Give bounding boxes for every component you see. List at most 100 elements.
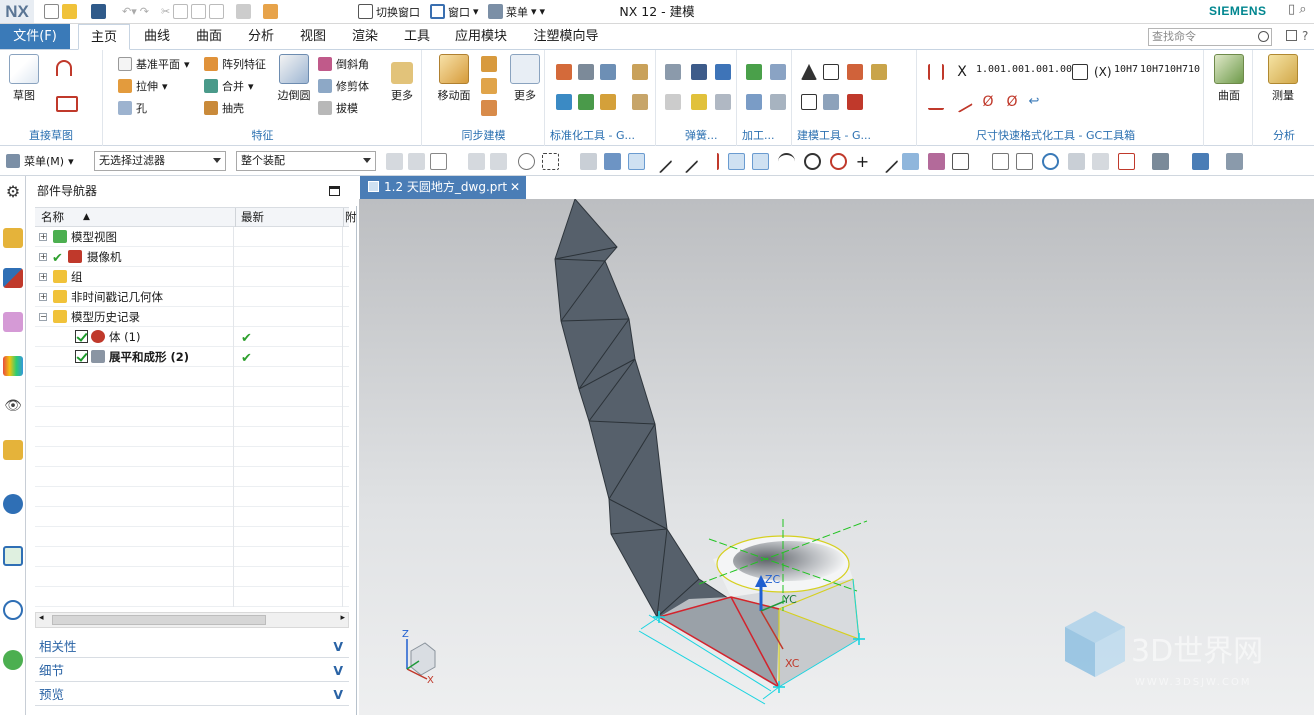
quadrant-icon[interactable] — [830, 153, 847, 170]
part-navigator-icon[interactable] — [3, 312, 23, 332]
measure-button[interactable]: 测量 — [1260, 54, 1306, 103]
gc-tool-icon-6[interactable] — [578, 94, 594, 110]
spring-icon-3[interactable] — [715, 64, 731, 80]
gc-tool-icon-3[interactable] — [600, 64, 616, 80]
rectangle-select-icon[interactable] — [542, 153, 559, 170]
model-tool-icon-7[interactable] — [847, 94, 863, 110]
open-folder-icon[interactable] — [62, 4, 77, 19]
panel-details[interactable]: 细节 V — [35, 660, 349, 682]
tolerance-text-2[interactable]: 10H7 — [1140, 65, 1164, 75]
mid-point-icon[interactable] — [674, 149, 699, 174]
rotate-view-icon[interactable] — [1042, 153, 1059, 170]
close-tab-icon[interactable]: ✕ — [510, 176, 520, 199]
spring-icon-5[interactable] — [691, 94, 707, 110]
select-tool-icon-2[interactable] — [408, 153, 425, 170]
formed-transition-body[interactable] — [658, 535, 860, 688]
point-on-curve-icon[interactable] — [874, 149, 899, 174]
replace-face-icon[interactable] — [481, 100, 497, 116]
view-icon-1[interactable] — [992, 153, 1009, 170]
clock-icon[interactable] — [3, 600, 23, 620]
selection-filter-select[interactable]: 无选择过滤器 — [94, 151, 226, 171]
control-point-icon[interactable] — [702, 153, 719, 170]
reuse-library-icon[interactable] — [3, 356, 23, 376]
hole-button[interactable]: 孔 — [118, 100, 147, 116]
spring-icon-1[interactable] — [665, 64, 681, 80]
cross-icon[interactable]: X — [954, 64, 970, 80]
tree-node-flatten-and-form[interactable]: 展平和成形 (2) ✔ — [35, 347, 349, 367]
switch-window-button[interactable]: 切换窗口 — [358, 3, 420, 20]
spring-icon-6[interactable] — [715, 94, 731, 110]
gc-tool-icon-7[interactable] — [600, 94, 616, 110]
select-tool-icon-6[interactable] — [518, 153, 535, 170]
boxed-x-icon[interactable] — [1072, 64, 1088, 80]
spring-icon-4[interactable] — [665, 94, 681, 110]
edge-blend-button[interactable]: 边倒圆 — [274, 54, 314, 103]
gc-tool-icon-1[interactable] — [556, 64, 572, 80]
gc-tool-icon-4[interactable] — [632, 64, 648, 80]
assembly-navigator-icon[interactable] — [3, 228, 23, 248]
extrude-button[interactable]: 拉伸 ▾ — [118, 78, 168, 94]
help-icon[interactable]: ? — [1302, 29, 1308, 43]
paren-x-icon[interactable]: (X) — [1094, 64, 1112, 80]
scrollbar-thumb[interactable] — [52, 615, 266, 625]
tree-node-model-history[interactable]: − 模型历史记录 — [35, 307, 349, 327]
diameter-icon-1[interactable]: Ø — [980, 94, 996, 110]
view-icon-6[interactable] — [1118, 153, 1135, 170]
command-search-input[interactable]: 查找命令 — [1148, 28, 1272, 46]
triangle-icon[interactable] — [801, 64, 817, 80]
draft-button[interactable]: 拔模 — [318, 100, 358, 116]
new-file-icon[interactable] — [44, 4, 59, 19]
pattern-feature-button[interactable]: 阵列特征 — [204, 56, 266, 72]
repeat-command-icon[interactable] — [236, 4, 252, 19]
redo-icon[interactable]: ↷ — [140, 5, 149, 18]
process-studio-icon[interactable] — [3, 546, 23, 566]
gc-tool-icon-8[interactable] — [632, 94, 648, 110]
visibility-checkbox[interactable] — [75, 350, 88, 363]
select-face-icon[interactable] — [604, 153, 621, 170]
chamfer-button[interactable]: 倒斜角 — [318, 56, 369, 72]
copy-icon[interactable] — [173, 4, 189, 19]
datum-plane-button[interactable]: 基准平面 ▾ — [118, 56, 190, 72]
panel-dependencies[interactable]: 相关性 V — [35, 636, 349, 658]
tree-node-unused-geometry[interactable]: + 非时间戳记几何体 — [35, 287, 349, 307]
hd3d-tools-icon[interactable]: 👁 — [3, 398, 23, 418]
existing-point-icon[interactable]: + — [854, 153, 871, 170]
nx-logo[interactable]: NX — [0, 0, 34, 23]
tree-node-model-views[interactable]: + 模型视图 — [35, 227, 349, 247]
tab-tools[interactable]: 工具 — [396, 24, 438, 49]
select-body-icon[interactable] — [580, 153, 597, 170]
offset-region-icon[interactable] — [481, 78, 497, 94]
grid-icon[interactable] — [952, 153, 969, 170]
history-icon[interactable] — [3, 494, 23, 514]
tolerance-text-4[interactable]: 10 — [1186, 65, 1202, 75]
save-icon[interactable] — [91, 4, 106, 19]
render-style-icon[interactable] — [1152, 153, 1169, 170]
expand-icon[interactable]: + — [39, 233, 47, 241]
maximize-icon[interactable] — [329, 186, 340, 196]
surface-button[interactable]: 曲面 — [1211, 54, 1247, 103]
bounded-grid-icon[interactable] — [928, 153, 945, 170]
circle-center-icon[interactable] — [804, 153, 821, 170]
gc-tool-icon-5[interactable] — [556, 94, 572, 110]
tolerance-text-1[interactable]: 10H7 — [1114, 65, 1138, 75]
rectangle-icon[interactable] — [56, 96, 78, 112]
snap-point-icon[interactable] — [628, 153, 645, 170]
collapse-icon[interactable]: − — [39, 313, 47, 321]
horizontal-scrollbar[interactable]: ◂ ▸ — [35, 612, 349, 628]
dim-text-1[interactable]: 1.00 — [976, 65, 1000, 75]
dim-icon-2[interactable] — [928, 94, 944, 110]
model-tool-icon-4[interactable] — [871, 64, 887, 80]
undo-icon[interactable]: ↶▾ — [122, 5, 137, 18]
window-controls[interactable]: ▯ ⌕ — [1288, 2, 1307, 17]
point-on-face-icon[interactable] — [902, 153, 919, 170]
column-extra[interactable]: 附 — [345, 208, 357, 227]
model-tool-icon-5[interactable] — [801, 94, 817, 110]
dim-icon-3[interactable] — [951, 91, 973, 113]
undo-dim-icon[interactable]: ↩ — [1026, 94, 1042, 110]
pull-face-icon[interactable] — [481, 56, 497, 72]
dim-icon-1[interactable] — [928, 64, 944, 80]
menu-dropdown-button[interactable]: 菜单(M) ▾ — [6, 153, 74, 169]
tab-file[interactable]: 文件(F) — [0, 24, 70, 49]
machining-icon-1[interactable] — [746, 64, 762, 80]
document-tab[interactable]: 1.2 天圆地方_dwg.prt ✕ — [360, 176, 526, 199]
